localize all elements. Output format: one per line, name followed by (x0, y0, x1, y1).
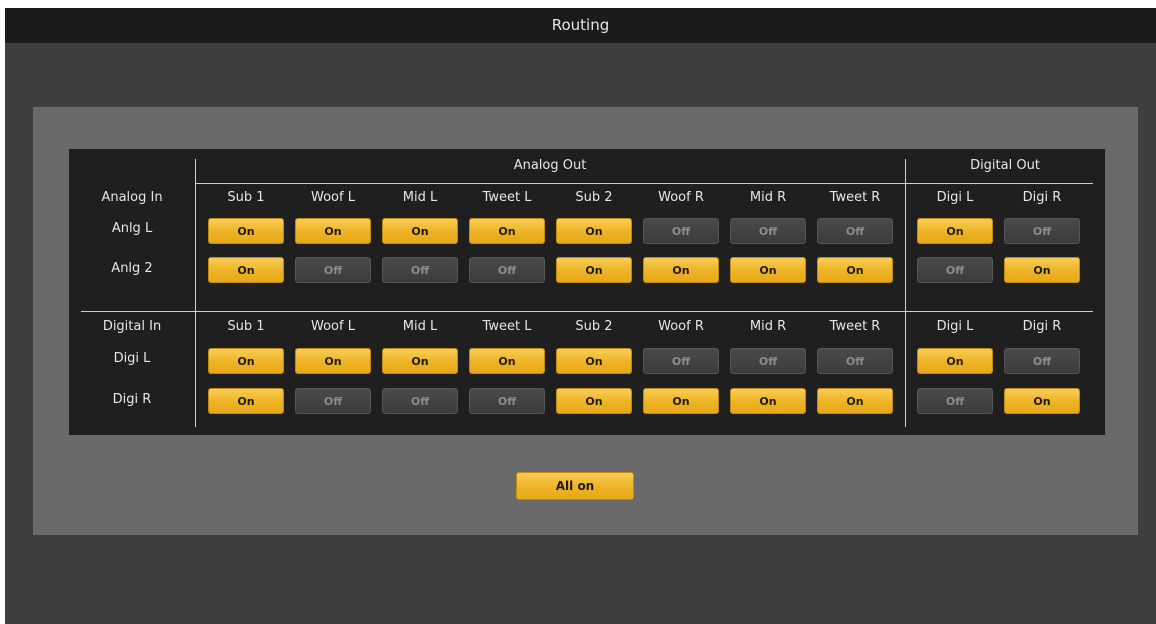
output-label-mid-l: Mid L (402, 190, 438, 205)
output-label-tweet-l: Tweet L (482, 319, 532, 334)
output-label-tweet-r: Tweet R (829, 190, 881, 205)
digital-out-header: Digital Out (970, 158, 1040, 173)
toggle-anlg-2-woof-r[interactable]: On (643, 257, 719, 283)
output-label-tweet-r: Tweet R (829, 319, 881, 334)
toggle-digi-r-woof-l[interactable]: Off (295, 388, 371, 414)
toggle-digi-r-mid-r[interactable]: On (730, 388, 806, 414)
toggle-digi-l-tweet-l[interactable]: On (469, 348, 545, 374)
toggle-digi-r-tweet-l[interactable]: Off (469, 388, 545, 414)
analog-in-header: Analog In (101, 190, 163, 205)
toggle-anlg-2-mid-r[interactable]: On (730, 257, 806, 283)
toggle-anlg-l-digi-r[interactable]: Off (1004, 218, 1080, 244)
toggle-anlg-l-woof-l[interactable]: On (295, 218, 371, 244)
output-label-woof-l: Woof L (311, 190, 355, 205)
toggle-anlg-l-mid-l[interactable]: On (382, 218, 458, 244)
toggle-digi-r-tweet-r[interactable]: On (817, 388, 893, 414)
toggle-digi-r-digi-l[interactable]: Off (917, 388, 993, 414)
digital-out-divider (905, 159, 906, 427)
output-label-woof-r: Woof R (658, 190, 704, 205)
input-label-digi-r: Digi R (112, 392, 152, 407)
toggle-anlg-2-mid-l[interactable]: Off (382, 257, 458, 283)
toggle-digi-l-mid-r[interactable]: Off (730, 348, 806, 374)
input-column-divider (195, 159, 196, 427)
output-label-sub-1: Sub 1 (227, 190, 265, 205)
toggle-anlg-l-digi-l[interactable]: On (917, 218, 993, 244)
toggle-anlg-2-sub-2[interactable]: On (556, 257, 632, 283)
digital-in-header: Digital In (102, 319, 162, 334)
toggle-digi-l-tweet-r[interactable]: Off (817, 348, 893, 374)
output-label-mid-l: Mid L (402, 319, 438, 334)
output-label-digi-r: Digi R (1022, 190, 1062, 205)
toggle-digi-l-sub-2[interactable]: On (556, 348, 632, 374)
toggle-anlg-l-sub-1[interactable]: On (208, 218, 284, 244)
toggle-digi-l-woof-l[interactable]: On (295, 348, 371, 374)
toggle-digi-l-woof-r[interactable]: Off (643, 348, 719, 374)
output-label-mid-r: Mid R (749, 319, 787, 334)
output-label-digi-l: Digi L (936, 319, 974, 334)
toggle-anlg-l-tweet-r[interactable]: Off (817, 218, 893, 244)
output-label-sub-2: Sub 2 (575, 319, 613, 334)
toggle-anlg-2-digi-r[interactable]: On (1004, 257, 1080, 283)
toggle-anlg-l-mid-r[interactable]: Off (730, 218, 806, 244)
header-underline (195, 183, 1093, 184)
toggle-anlg-2-woof-l[interactable]: Off (295, 257, 371, 283)
routing-window: Routing Analog Out Digital Out Analog In… (5, 8, 1156, 624)
input-label-anlg-2: Anlg 2 (111, 261, 153, 276)
toggle-anlg-l-woof-r[interactable]: Off (643, 218, 719, 244)
section-divider (81, 311, 1093, 312)
toggle-digi-r-sub-1[interactable]: On (208, 388, 284, 414)
toggle-anlg-l-sub-2[interactable]: On (556, 218, 632, 244)
window-title: Routing (551, 16, 610, 34)
toggle-digi-l-digi-r[interactable]: Off (1004, 348, 1080, 374)
output-label-tweet-l: Tweet L (482, 190, 532, 205)
toggle-digi-r-mid-l[interactable]: Off (382, 388, 458, 414)
analog-out-header: Analog Out (513, 158, 587, 173)
toggle-anlg-2-tweet-l[interactable]: Off (469, 257, 545, 283)
toggle-anlg-2-digi-l[interactable]: Off (917, 257, 993, 283)
title-bar: Routing (5, 8, 1156, 43)
input-label-anlg-l: Anlg L (111, 221, 153, 236)
output-label-sub-2: Sub 2 (575, 190, 613, 205)
input-label-digi-l: Digi L (113, 351, 151, 366)
toggle-anlg-l-tweet-l[interactable]: On (469, 218, 545, 244)
output-label-digi-r: Digi R (1022, 319, 1062, 334)
routing-panel: Analog Out Digital Out Analog In Sub 1 Woo… (33, 107, 1138, 535)
toggle-anlg-2-tweet-r[interactable]: On (817, 257, 893, 283)
output-label-woof-r: Woof R (658, 319, 704, 334)
toggle-digi-r-woof-r[interactable]: On (643, 388, 719, 414)
toggle-digi-l-mid-l[interactable]: On (382, 348, 458, 374)
toggle-digi-r-digi-r[interactable]: On (1004, 388, 1080, 414)
output-label-digi-l: Digi L (936, 190, 974, 205)
output-label-mid-r: Mid R (749, 190, 787, 205)
toggle-anlg-2-sub-1[interactable]: On (208, 257, 284, 283)
toggle-digi-l-digi-l[interactable]: On (917, 348, 993, 374)
toggle-digi-l-sub-1[interactable]: On (208, 348, 284, 374)
output-label-woof-l: Woof L (311, 319, 355, 334)
toggle-digi-r-sub-2[interactable]: On (556, 388, 632, 414)
output-label-sub-1: Sub 1 (227, 319, 265, 334)
all-on-button[interactable]: All on (516, 472, 634, 500)
routing-matrix: Analog Out Digital Out Analog In Sub 1 Woo… (69, 149, 1105, 435)
